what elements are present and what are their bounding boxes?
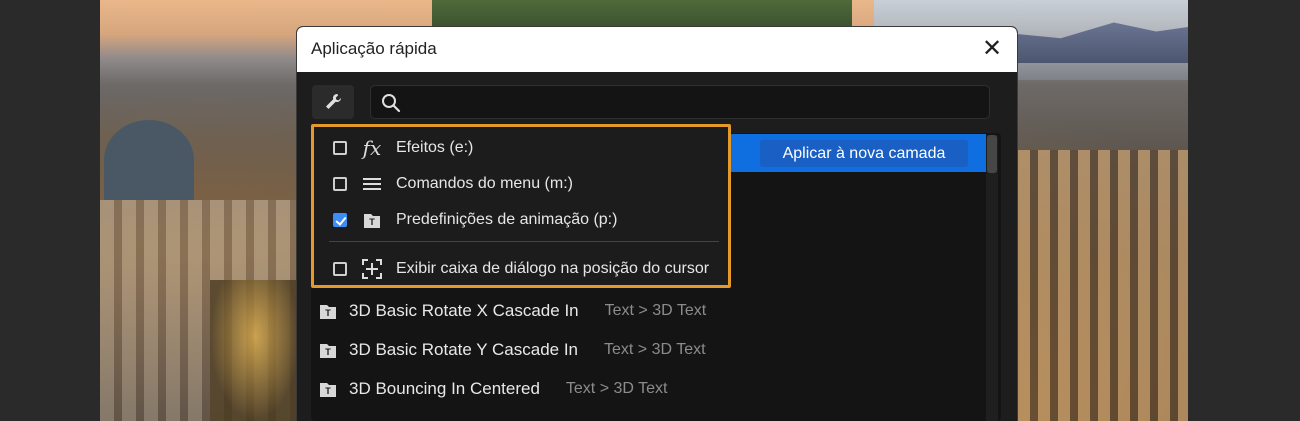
result-path: Text > 3D Text [604, 302, 707, 319]
dialog-titlebar: Aplicação rápida ✕ [297, 27, 1017, 72]
filter-option-cursor-position[interactable]: Exibir caixa de diálogo na posição do cu… [314, 251, 728, 287]
animation-preset-icon: T [317, 300, 339, 322]
result-name: 3D Basic Rotate Y Cascade In [349, 340, 579, 359]
animation-preset-icon: T [317, 378, 339, 400]
background-trees [432, 0, 852, 28]
result-path: Text > 3D Text [565, 380, 668, 397]
list-item[interactable]: T 3D Basic Rotate Y Cascade In Text > 3D… [317, 335, 917, 365]
settings-wrench-button[interactable] [312, 85, 354, 119]
cursor-position-checkbox[interactable] [333, 262, 347, 276]
filter-dropdown: fx Efeitos (e:) Comandos do menu (m:) T … [311, 124, 731, 288]
wrench-icon [326, 93, 342, 109]
svg-text:T: T [325, 386, 331, 396]
quick-apply-dialog: Aplicação rápida ✕ Aplicar à nova camada… [297, 27, 1017, 421]
filter-option-label: Predefinições de animação (p:) [396, 211, 618, 228]
filter-option-animation-presets[interactable]: T Predefinições de animação (p:) [314, 202, 728, 238]
animation-preset-icon: T [360, 208, 384, 232]
search-icon [382, 94, 401, 113]
scrollbar-thumb[interactable] [987, 135, 997, 173]
filter-option-label: Efeitos (e:) [396, 139, 474, 156]
cursor-position-icon [360, 257, 384, 281]
effects-checkbox[interactable] [333, 141, 347, 155]
dialog-title: Aplicação rápida [311, 39, 437, 58]
result-name: 3D Basic Rotate X Cascade In [349, 301, 579, 320]
filter-option-label: Exibir caixa de diálogo na posição do cu… [396, 260, 710, 277]
svg-text:T: T [325, 347, 331, 357]
menu-commands-checkbox[interactable] [333, 177, 347, 191]
background-dome [104, 120, 194, 200]
background-building-right [1018, 150, 1188, 421]
svg-text:T: T [325, 308, 331, 318]
close-button[interactable]: ✕ [979, 36, 1005, 62]
result-name: 3D Bouncing In Centered [349, 379, 540, 398]
background-golden-statue [210, 280, 300, 421]
menu-divider [329, 241, 719, 242]
animation-preset-icon: T [317, 339, 339, 361]
list-item[interactable]: T 3D Basic Rotate X Cascade In Text > 3D… [317, 296, 917, 326]
fx-icon: fx [362, 136, 382, 160]
menu-lines-icon [360, 172, 384, 196]
filter-option-menu-commands[interactable]: Comandos do menu (m:) [314, 166, 728, 202]
search-input[interactable] [409, 90, 983, 116]
search-field[interactable] [370, 85, 990, 119]
results-scrollbar[interactable] [986, 135, 998, 421]
list-item[interactable]: T 3D Bouncing In Centered Text > 3D Text [317, 374, 917, 404]
animation-presets-checkbox[interactable] [333, 213, 347, 227]
svg-text:T: T [369, 217, 375, 227]
filter-option-effects[interactable]: fx Efeitos (e:) [314, 130, 728, 166]
filter-option-label: Comandos do menu (m:) [396, 175, 573, 192]
result-path: Text > 3D Text [604, 341, 706, 358]
apply-to-new-layer-button[interactable]: Aplicar à nova camada [760, 140, 968, 167]
